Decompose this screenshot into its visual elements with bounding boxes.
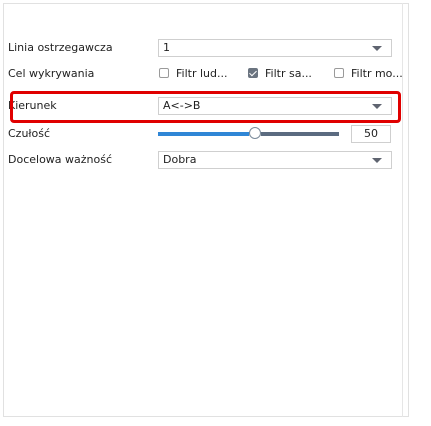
sensitivity-slider[interactable] [158,127,339,139]
filter-vehicle-label: Filtr sa... [265,67,312,80]
sensitivity-label: Czułość [8,127,51,140]
sensitivity-value-box[interactable]: 50 [351,125,391,143]
filter-motor-checkbox[interactable] [334,68,344,78]
filter-motor-label: Filtr mo... [351,67,403,80]
chevron-down-icon[interactable] [372,46,382,51]
detection-target-row: Cel wykrywania Filtr lud... Filtr sa... … [8,65,403,83]
warning-line-label: Linia ostrzegawcza [8,41,113,54]
sensitivity-row: Czułość 50 [8,125,398,143]
warning-line-value: 1 [163,41,170,54]
slider-fill [158,132,249,136]
slider-remaining [261,132,339,136]
scroll-divider [402,3,403,417]
highlight-box [10,91,401,123]
target-validity-row: Docelowa ważność Dobra [8,151,398,169]
target-validity-value: Dobra [163,153,197,166]
filter-vehicle-checkbox[interactable] [248,68,258,78]
chevron-down-icon[interactable] [372,158,382,163]
warning-line-select[interactable]: 1 [158,39,392,57]
warning-line-row: Linia ostrzegawcza 1 [8,39,398,57]
detection-target-label: Cel wykrywania [8,67,95,80]
target-validity-select[interactable]: Dobra [158,151,392,169]
target-validity-label: Docelowa ważność [8,153,113,166]
filter-people-label: Filtr lud... [176,67,228,80]
filter-people-checkbox[interactable] [159,68,169,78]
slider-thumb[interactable] [249,127,261,139]
